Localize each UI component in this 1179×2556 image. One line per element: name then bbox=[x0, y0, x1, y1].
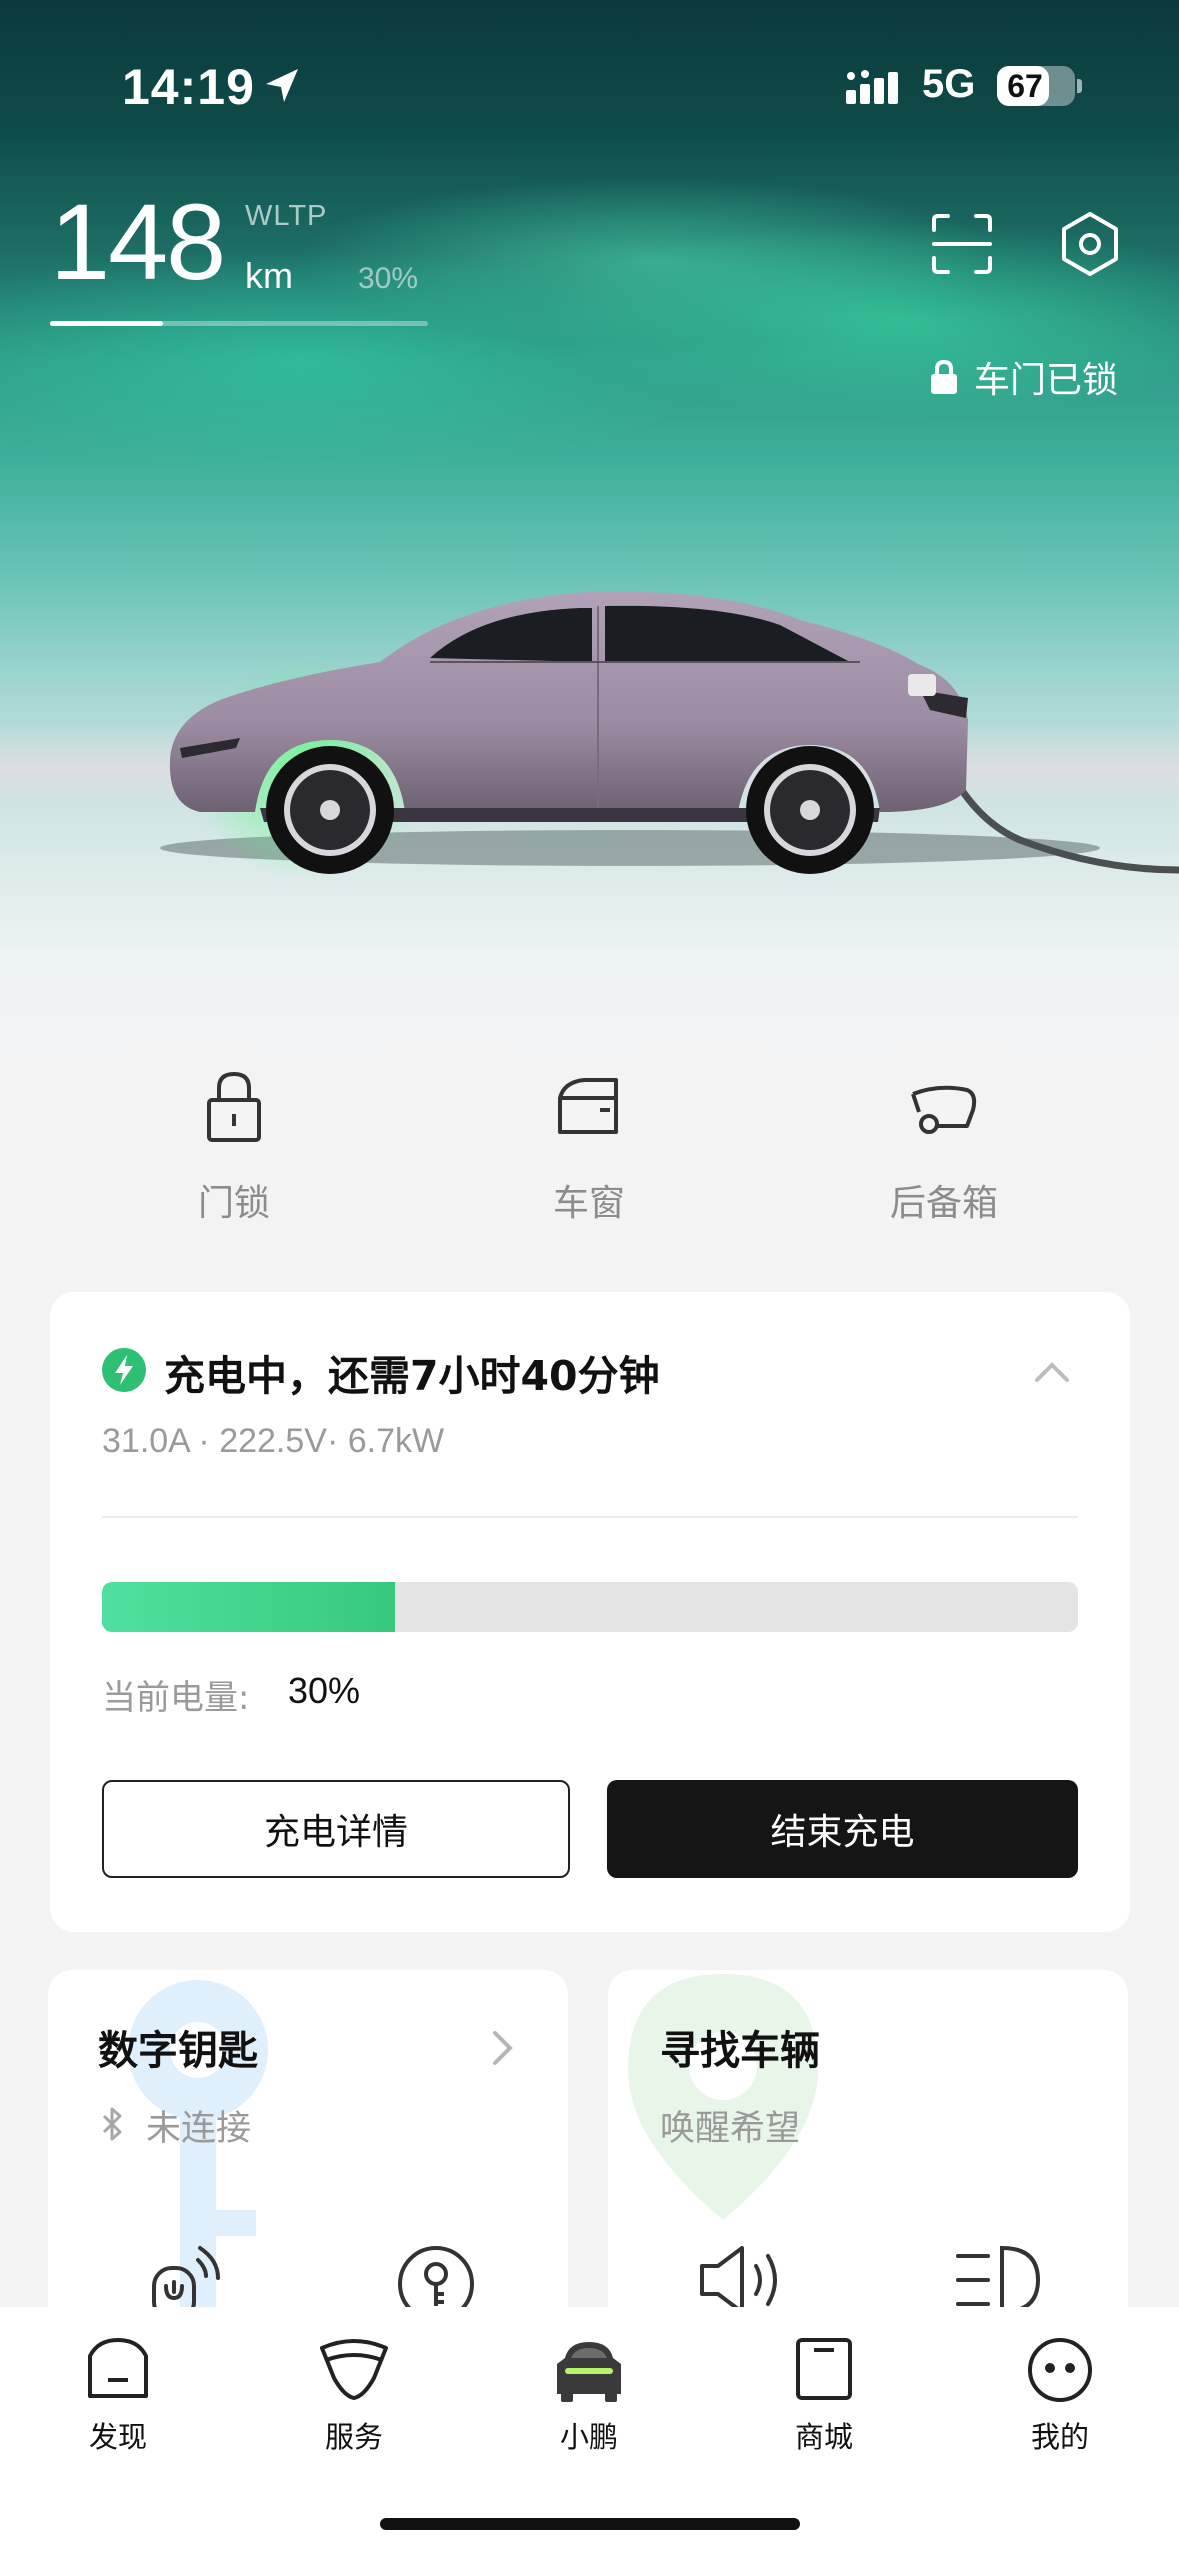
quick-control-label: 后备箱 bbox=[889, 1183, 998, 1224]
battery-level: 67 bbox=[1007, 68, 1043, 104]
tab-label: 商城 bbox=[794, 2420, 853, 2454]
car-icon bbox=[557, 2342, 621, 2402]
bolt-icon bbox=[102, 1348, 146, 1392]
tab-label: 服务 bbox=[324, 2420, 383, 2454]
tab-mall[interactable]: 商城 bbox=[754, 2334, 894, 2456]
door-lock-status: 车门已锁 bbox=[928, 355, 1118, 401]
range-standard: WLTP bbox=[245, 200, 328, 232]
vehicle-image[interactable] bbox=[160, 570, 1179, 880]
settings-icon[interactable] bbox=[1056, 210, 1124, 278]
window-icon bbox=[558, 1078, 618, 1134]
tab-xpeng[interactable]: 小鹏 bbox=[519, 2334, 659, 2456]
home-icon bbox=[88, 2338, 148, 2398]
status-time: 14:19 bbox=[122, 59, 255, 115]
tab-label: 我的 bbox=[1030, 2420, 1089, 2454]
charging-progress-bar bbox=[102, 1582, 1078, 1632]
quick-control-label: 车窗 bbox=[552, 1183, 625, 1224]
profile-face-icon bbox=[1028, 2338, 1092, 2402]
current-charge-label: 当前电量: bbox=[102, 1678, 250, 1718]
tab-service[interactable]: 服务 bbox=[284, 2334, 424, 2456]
chevron-right-icon[interactable] bbox=[490, 2028, 516, 2068]
stop-charging-button[interactable]: 结束充电 bbox=[607, 1780, 1078, 1878]
battery-indicator: 67 bbox=[997, 66, 1082, 106]
scan-icon[interactable] bbox=[930, 212, 994, 276]
location-arrow-icon bbox=[266, 69, 298, 102]
vehicle-hero bbox=[0, 0, 1179, 1060]
quick-control-label: 门锁 bbox=[197, 1183, 270, 1224]
lock-icon bbox=[207, 1071, 261, 1142]
charging-progress-fill bbox=[102, 1582, 395, 1632]
network-type: 5G bbox=[922, 62, 976, 106]
door-lock-text: 车门已锁 bbox=[974, 360, 1119, 401]
service-icon bbox=[320, 2339, 388, 2400]
quick-control-window[interactable]: 车窗 bbox=[469, 1066, 709, 1226]
charging-status-title: 充电中，还需7小时40分钟 bbox=[164, 1352, 660, 1400]
find-vehicle-title: 寻找车辆 bbox=[660, 2028, 820, 2074]
range-battery-percent: 30% bbox=[358, 262, 419, 295]
range-value: 148 bbox=[50, 181, 226, 302]
home-indicator[interactable] bbox=[380, 2518, 800, 2530]
lock-icon bbox=[931, 359, 957, 394]
trunk-icon bbox=[911, 1085, 977, 1134]
tab-label: 小鹏 bbox=[559, 2420, 618, 2454]
tab-me[interactable]: 我的 bbox=[990, 2334, 1130, 2456]
range-bar-fill bbox=[50, 321, 164, 326]
divider bbox=[102, 1516, 1078, 1518]
range-bar bbox=[50, 321, 428, 326]
shop-bag-icon bbox=[796, 2338, 852, 2400]
chevron-up-icon[interactable] bbox=[1032, 1356, 1072, 1386]
digital-key-title: 数字钥匙 bbox=[98, 2028, 258, 2074]
tab-label: 发现 bbox=[88, 2420, 147, 2454]
digital-key-status: 未连接 bbox=[146, 2109, 252, 2149]
range-unit: km bbox=[245, 255, 293, 296]
charging-parameters: 31.0A · 222.5V· 6.7kW bbox=[102, 1422, 445, 1460]
charging-details-button[interactable]: 充电详情 bbox=[102, 1780, 570, 1878]
quick-control-trunk[interactable]: 后备箱 bbox=[824, 1066, 1064, 1226]
signal-icon bbox=[846, 70, 898, 104]
find-vehicle-subtitle: 唤醒希望 bbox=[660, 2109, 801, 2149]
charging-card: 充电中，还需7小时40分钟 31.0A · 222.5V· 6.7kW 当前电量… bbox=[50, 1292, 1130, 1932]
app-screen: { "status_bar": { "time": "14:19", "netw… bbox=[0, 0, 1179, 2556]
battery-tip bbox=[1077, 79, 1082, 93]
current-charge-value: 30% bbox=[288, 1670, 361, 1711]
tab-discover[interactable]: 发现 bbox=[48, 2334, 188, 2456]
quick-control-door-lock[interactable]: 门锁 bbox=[114, 1066, 354, 1226]
bluetooth-icon bbox=[102, 2107, 122, 2141]
